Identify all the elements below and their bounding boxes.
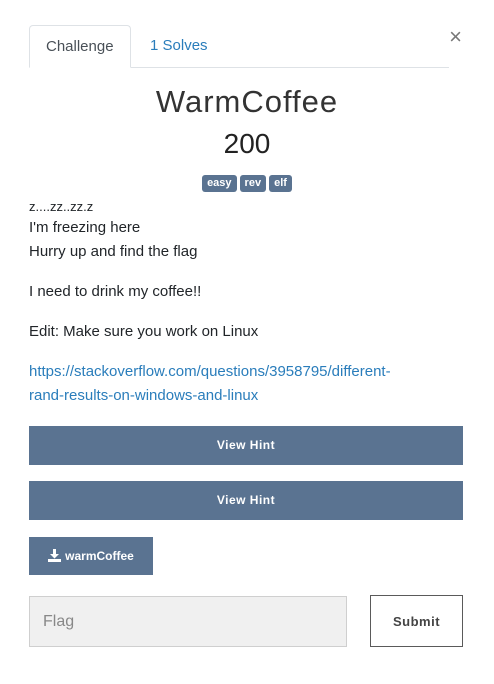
tag-badge: easy: [202, 175, 237, 192]
flag-input[interactable]: [29, 596, 347, 647]
challenge-points: 200: [223, 128, 271, 159]
tag-badge: rev: [239, 175, 267, 192]
stackoverflow-link-part2[interactable]: rand-results-on-windows-and-linux: [29, 387, 258, 404]
submit-button[interactable]: Submit: [370, 595, 463, 647]
tag-list: easy rev elf: [0, 175, 494, 192]
description-line: z....zz..zz.z: [29, 199, 94, 214]
description-line: I'm freezing here: [29, 219, 141, 236]
file-name-label: warmCoffee: [65, 549, 134, 563]
description-line: Edit: Make sure you work on Linux: [29, 323, 259, 340]
description-line: Hurry up and find the flag: [29, 243, 198, 260]
description-line: I need to drink my coffee!!: [29, 283, 202, 300]
stackoverflow-link-part1[interactable]: https://stackoverflow.com/questions/3958…: [29, 363, 391, 380]
challenge-title: WarmCoffee: [155, 84, 339, 119]
download-icon: [48, 549, 62, 562]
download-file-button[interactable]: warmCoffee: [29, 537, 153, 575]
challenge-modal: × Challenge 1 Solves WarmCoffee 200 easy…: [0, 0, 494, 684]
description-link[interactable]: https://stackoverflow.com/questions/3958…: [29, 360, 469, 408]
close-icon[interactable]: ×: [449, 26, 462, 48]
tab-challenge[interactable]: Challenge: [29, 25, 131, 68]
view-hint-button-1[interactable]: View Hint: [29, 426, 463, 465]
tag-badge: elf: [269, 175, 292, 192]
tab-bar: Challenge 1 Solves: [29, 25, 449, 68]
view-hint-button-2[interactable]: View Hint: [29, 481, 463, 520]
challenge-description: z....zz..zz.z I'm freezing here Hurry up…: [29, 198, 469, 408]
tab-solves[interactable]: 1 Solves: [134, 25, 224, 66]
